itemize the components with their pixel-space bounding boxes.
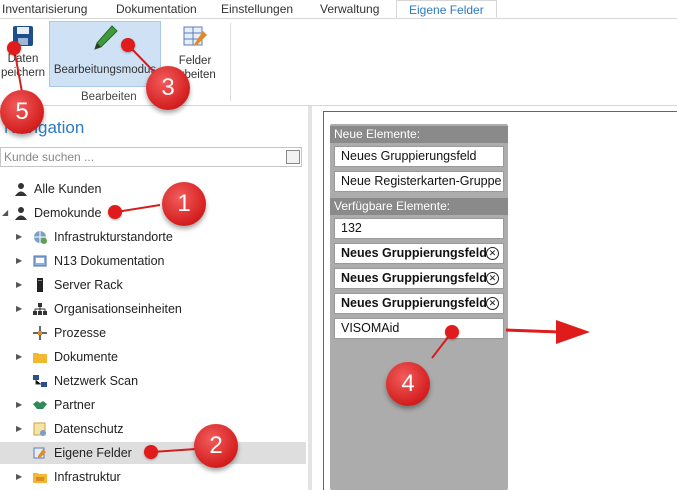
callout-dot [144, 445, 158, 459]
callout-dot [7, 41, 21, 55]
callout-dot [121, 38, 135, 52]
callout-overlay [13, 44, 590, 453]
arrow-right-icon [556, 320, 590, 344]
arrow-shaft [505, 328, 561, 334]
callout-badge-1: 1 [162, 182, 206, 226]
callout-badge-5: 5 [0, 90, 44, 134]
callout-badge-3: 3 [146, 66, 190, 110]
callout-dot [445, 325, 459, 339]
callout-dot [108, 205, 122, 219]
callout-badge-4: 4 [386, 362, 430, 406]
callout-badge-2: 2 [194, 424, 238, 468]
